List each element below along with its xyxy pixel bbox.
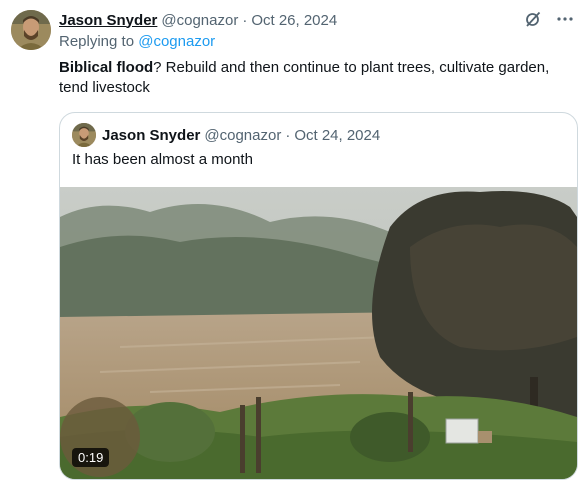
tweet-text-bold: Biblical flood xyxy=(59,59,154,76)
author-handle[interactable]: @cognazor xyxy=(161,12,238,29)
quoted-tweet-header: Jason Snyder @cognazor · Oct 24, 2024 xyxy=(72,123,380,147)
author-name[interactable]: Jason Snyder xyxy=(59,12,157,29)
quoted-author-name: Jason Snyder xyxy=(102,126,201,144)
quoted-tweet-date: Oct 24, 2024 xyxy=(294,126,381,144)
separator-dot: · xyxy=(242,11,248,29)
quoted-author-avatar xyxy=(72,123,96,147)
avatar-image xyxy=(11,10,51,50)
quoted-separator-dot: · xyxy=(285,126,291,144)
header-actions xyxy=(524,10,574,33)
quoted-tweet[interactable]: Jason Snyder @cognazor · Oct 24, 2024 It… xyxy=(59,112,578,480)
quoted-author-handle: @cognazor xyxy=(204,126,282,144)
replying-mention[interactable]: @cognazor xyxy=(138,33,215,50)
tweet-date[interactable]: Oct 26, 2024 xyxy=(251,12,337,29)
quoted-tweet-text: It has been almost a month xyxy=(72,151,253,168)
flooded-valley-video-thumbnail xyxy=(60,187,577,479)
more-icon[interactable] xyxy=(556,10,574,33)
author-avatar[interactable] xyxy=(11,10,51,50)
replying-to: Replying to @cognazor xyxy=(59,33,215,50)
grok-icon[interactable] xyxy=(524,10,542,33)
tweet-text: Biblical flood? Rebuild and then continu… xyxy=(59,58,574,98)
video-player[interactable]: 0:19 xyxy=(60,187,577,479)
tweet-header: Jason Snyder @cognazor · Oct 26, 2024 xyxy=(59,10,337,30)
replying-prefix: Replying to xyxy=(59,33,135,50)
video-duration: 0:19 xyxy=(72,448,110,467)
